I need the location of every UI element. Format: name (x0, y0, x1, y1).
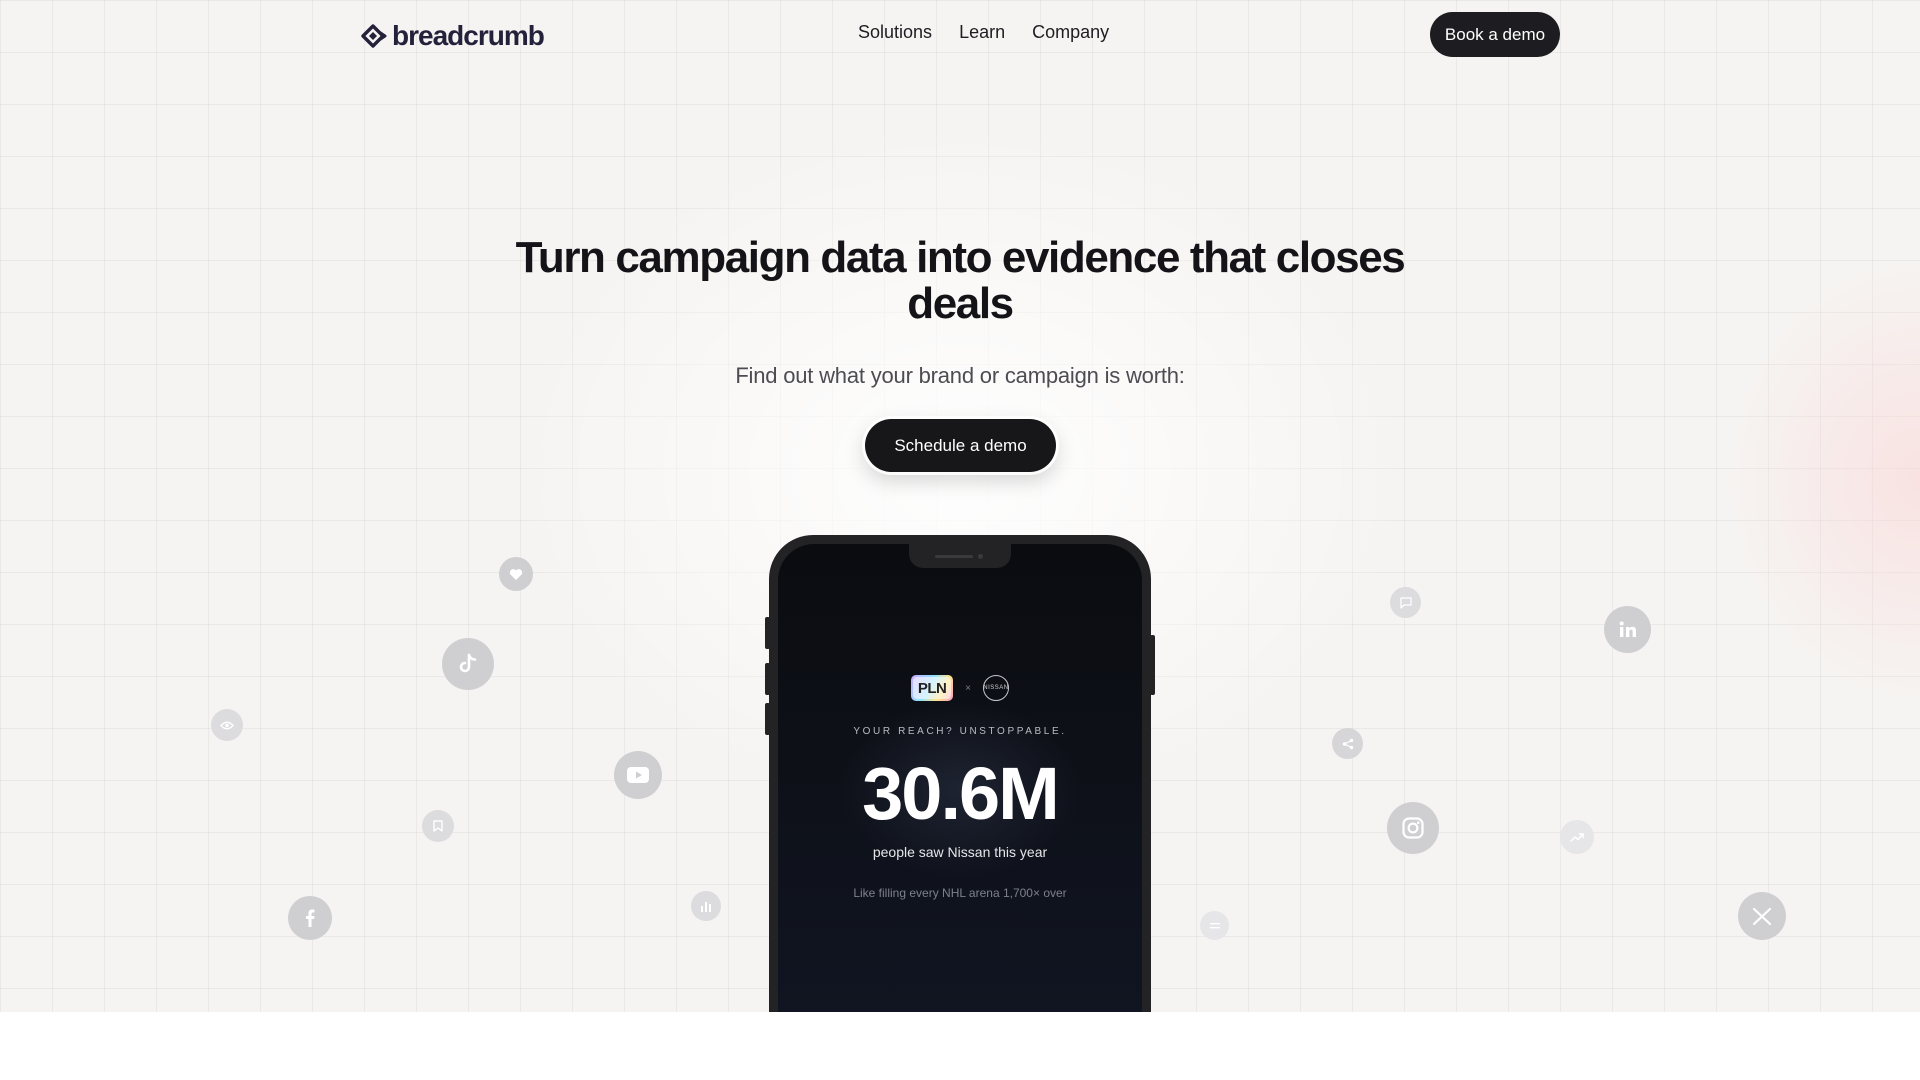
notch-camera (978, 554, 983, 559)
hero-headline: Turn campaign data into evidence that cl… (515, 233, 1406, 328)
nissan-logo: NISSAN (982, 675, 1009, 701)
bookmark-icon (422, 810, 454, 842)
top-nav: breadcrumb Solutions Learn Company Book … (0, 0, 1920, 70)
phone-notch (909, 544, 1011, 568)
phone-mockup: PLN × NISSAN YOUR REACH? UNSTOPPABLE. 30… (765, 535, 1155, 1012)
more-icon (1200, 911, 1229, 940)
pln-logo: PLN (911, 675, 954, 701)
instagram-icon (1387, 802, 1439, 854)
reach-comparison: Like filling every NHL arena 1,700× over (853, 886, 1067, 900)
hero-section: breadcrumb Solutions Learn Company Book … (0, 0, 1920, 1012)
youtube-icon (614, 751, 662, 799)
nav-link-company[interactable]: Company (1032, 22, 1109, 43)
x-icon (1738, 892, 1786, 940)
nav-links: Solutions Learn Company (858, 22, 1109, 43)
schedule-demo-button[interactable]: Schedule a demo (865, 419, 1056, 472)
phone-power-button (1150, 635, 1155, 695)
notch-speaker (935, 555, 973, 558)
phone-tagline: YOUR REACH? UNSTOPPABLE. (853, 726, 1067, 737)
hero-subheadline: Find out what your brand or campaign is … (735, 363, 1185, 388)
brand-separator: × (965, 682, 971, 694)
book-demo-button[interactable]: Book a demo (1430, 12, 1560, 57)
linkedin-icon (1604, 606, 1651, 653)
reach-metric: 30.6M (862, 752, 1060, 835)
phone-side-button (765, 617, 770, 649)
nissan-logo-text: NISSAN (983, 685, 1009, 691)
heart-icon (499, 557, 533, 591)
trending-icon (1560, 820, 1594, 854)
comment-icon (1390, 587, 1421, 618)
nav-link-learn[interactable]: Learn (959, 22, 1005, 43)
facebook-icon (288, 896, 332, 940)
brand-lockup: PLN × NISSAN (778, 675, 1142, 701)
phone-screen: PLN × NISSAN YOUR REACH? UNSTOPPABLE. 30… (778, 544, 1142, 1012)
share-icon (1332, 728, 1363, 759)
nav-link-solutions[interactable]: Solutions (858, 22, 932, 43)
breadcrumb-logo-icon (361, 24, 387, 48)
page-background-lower (0, 1012, 1920, 1080)
logo-text: breadcrumb (392, 20, 545, 51)
bar-chart-icon (691, 891, 721, 921)
phone-side-button (765, 703, 770, 735)
phone-side-button (765, 663, 770, 695)
logo[interactable]: breadcrumb (359, 20, 545, 52)
eye-icon (211, 709, 243, 741)
pln-logo-text: PLN (913, 677, 952, 699)
reach-caption: people saw Nissan this year (872, 844, 1048, 860)
tiktok-icon (442, 638, 494, 690)
